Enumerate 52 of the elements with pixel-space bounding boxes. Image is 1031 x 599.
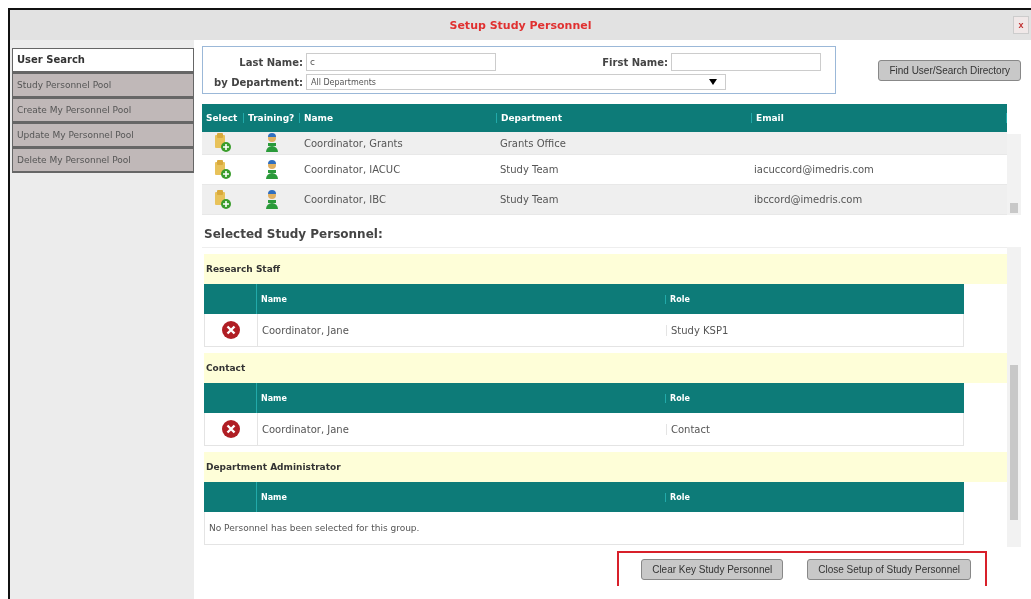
empty-message: No Personnel has been selected for this group.: [208, 523, 420, 533]
column-header: Role: [669, 492, 691, 502]
column-header: Training?: [244, 113, 300, 123]
sidebar-item[interactable]: User Search: [12, 48, 194, 73]
table-cell: Coordinator, Jane: [258, 423, 667, 435]
section-heading: Selected Study Personnel:: [204, 227, 384, 241]
table-cell-text: Study KSP1: [670, 324, 730, 336]
sidebar-item[interactable]: Create My Personnel Pool: [12, 98, 194, 123]
scrollbar[interactable]: [1007, 134, 1021, 215]
sidebar-item[interactable]: Update My Personnel Pool: [12, 123, 194, 148]
remove-icon[interactable]: [222, 321, 240, 339]
first-name-field[interactable]: [671, 53, 821, 71]
sidebar-item[interactable]: Delete My Personnel Pool: [12, 148, 194, 173]
person-icon: [265, 133, 279, 153]
table-cell-text: Coordinator, IBC: [303, 194, 387, 205]
close-button[interactable]: x: [1013, 16, 1029, 34]
table-cell-text: Coordinator, IACUC: [303, 164, 402, 175]
last-name-label: Last Name:: [238, 56, 304, 68]
folder-add-icon[interactable]: [214, 133, 232, 153]
sidebar-item[interactable]: Study Personnel Pool: [12, 73, 194, 98]
caret-icon: [709, 79, 717, 85]
folder-add-icon[interactable]: [214, 159, 232, 180]
column-header: Role: [669, 294, 691, 304]
last-name-field[interactable]: c: [306, 53, 496, 71]
table-cell: Coordinator, Jane: [258, 324, 667, 336]
table-cell-text: Study Team: [499, 164, 560, 175]
table-cell-text: Contact: [670, 423, 711, 435]
scrollbar[interactable]: [1007, 247, 1021, 547]
folder-add-icon[interactable]: [214, 189, 232, 210]
table-cell-text: iacuccord@imedris.com: [753, 164, 875, 175]
column-header: Name: [257, 492, 666, 502]
first-name-label: First Name:: [601, 56, 669, 68]
column-header: Department: [497, 113, 752, 123]
table-cell-text: Study Team: [499, 194, 560, 205]
column-header: Select: [202, 113, 244, 123]
column-header: Email: [752, 113, 1007, 123]
remove-icon[interactable]: [222, 420, 240, 438]
person-icon: [265, 159, 279, 180]
column-header: Name: [257, 294, 666, 304]
column-header: Name: [257, 393, 666, 403]
department-dropdown[interactable]: All Departments: [306, 74, 726, 90]
person-icon: [265, 189, 279, 210]
table-cell-text: Grants Office: [499, 137, 567, 149]
action-button[interactable]: Clear Key Study Personnel: [641, 559, 784, 580]
table-cell-text: Coordinator, Grants: [303, 137, 404, 149]
window-title: Setup Study Personnel: [449, 18, 592, 32]
column-header: Role: [669, 393, 691, 403]
action-button[interactable]: Close Setup of Study Personnel: [807, 559, 971, 580]
column-header: Name: [300, 113, 497, 123]
table-cell-text: ibccord@imedris.com: [753, 194, 864, 205]
department-label: by Department:: [213, 76, 304, 88]
find-user-button[interactable]: Find User/Search Directory: [878, 59, 1021, 81]
